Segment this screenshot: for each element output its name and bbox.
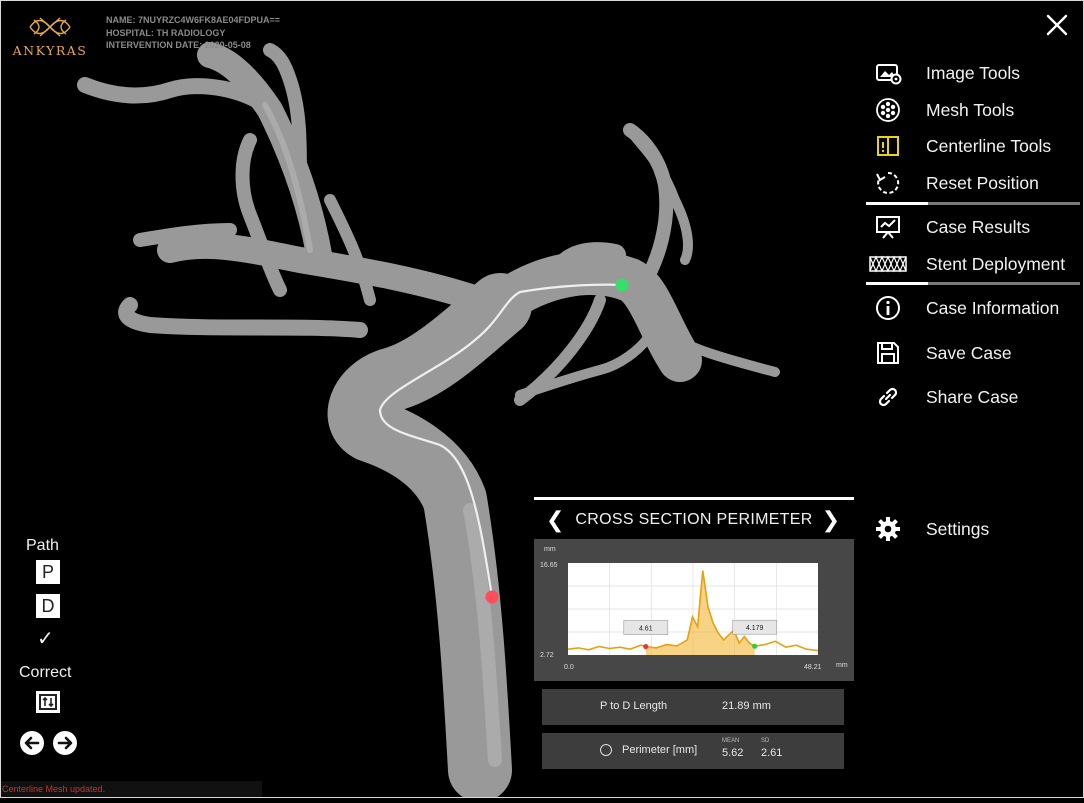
- y-tick-max: 16.65: [540, 562, 558, 569]
- reset-icon: [866, 168, 910, 198]
- step-back-button[interactable]: [20, 731, 44, 755]
- mean-value: 5.62: [722, 747, 744, 759]
- close-button[interactable]: [1042, 10, 1072, 40]
- menu-item-case-results[interactable]: Case Results: [866, 212, 1030, 242]
- panel-top-rule: [534, 497, 854, 500]
- x-tick-min: 0.0: [564, 664, 574, 671]
- image-tools-icon: [866, 58, 910, 88]
- menu-label: Case Information: [926, 297, 1060, 318]
- centerline-icon: [866, 131, 910, 161]
- p-to-d-value: 21.89 mm: [722, 700, 771, 712]
- case-metadata: NAME: 7NUYRZC4W6FK8AE04FDPUA== HOSPITAL:…: [106, 14, 280, 52]
- proximal-chart-marker: [643, 643, 649, 650]
- menu-item-settings[interactable]: Settings: [866, 514, 989, 544]
- save-icon: [866, 338, 910, 368]
- perimeter-chart-container: 4.61 4.179 mm mm 16.65 2.72 0.0 48.21: [534, 539, 854, 681]
- proximal-button[interactable]: P: [36, 560, 60, 584]
- hospital-name: HOSPITAL: TH RADIOLOGY: [106, 27, 226, 38]
- panel-next-button[interactable]: ❯: [822, 507, 840, 533]
- menu-item-mesh-tools[interactable]: Mesh Tools: [866, 95, 1014, 125]
- p-to-d-length-row: P to D Length 21.89 mm: [542, 689, 844, 725]
- arrow-left-icon: [24, 736, 40, 750]
- menu-label: Image Tools: [926, 62, 1021, 83]
- proximal-point-marker[interactable]: [485, 590, 499, 604]
- perimeter-toggle-radio[interactable]: [600, 744, 612, 756]
- menu-item-share-case[interactable]: Share Case: [866, 382, 1018, 412]
- gear-icon: [866, 514, 910, 544]
- menu-item-stent-deployment[interactable]: Stent Deployment: [866, 249, 1065, 279]
- logo-text: ANKYRAS: [12, 43, 88, 58]
- perimeter-label: Perimeter [mm]: [622, 744, 698, 756]
- arrow-right-icon: [57, 736, 73, 750]
- perimeter-chart: 4.61 4.179 mm mm 16.65 2.72 0.0 48.21: [540, 546, 848, 671]
- patient-name: NAME: 7NUYRZC4W6FK8AE04FDPUA==: [106, 15, 281, 25]
- menu-label: Mesh Tools: [926, 99, 1015, 120]
- menu-label: Save Case: [926, 342, 1012, 363]
- link-icon: [866, 382, 910, 412]
- panel-title: CROSS SECTION PERIMETER: [575, 511, 813, 528]
- menu-item-image-tools[interactable]: Image Tools: [866, 58, 1020, 88]
- path-label: Path: [26, 537, 59, 554]
- correct-label: Correct: [19, 664, 72, 681]
- status-bar: Centerline Mesh updated.: [0, 781, 262, 797]
- x-tick-max: 48.21: [804, 664, 822, 671]
- swap-direction-button[interactable]: [36, 691, 60, 713]
- menu-label: Stent Deployment: [926, 253, 1066, 274]
- x-axis-unit: mm: [836, 662, 848, 669]
- perimeter-stats-row: Perimeter [mm] MEAN 5.62 SD 2.61: [542, 733, 844, 769]
- status-message: Centerline Mesh updated.: [2, 784, 106, 794]
- step-forward-button[interactable]: [53, 731, 77, 755]
- mesh-icon: [866, 95, 910, 125]
- menu-item-save-case[interactable]: Save Case: [866, 338, 1012, 368]
- menu-label: Case Results: [926, 216, 1031, 237]
- distal-point-marker[interactable]: [615, 278, 629, 292]
- confirm-check-button[interactable]: ✓: [37, 626, 54, 651]
- sd-label: SD: [761, 738, 770, 744]
- presentation-icon: [866, 212, 910, 242]
- close-icon: [1046, 14, 1068, 36]
- intervention-date: INTERVENTION DATE: 2020-05-08: [106, 40, 251, 50]
- stent-icon: [866, 249, 910, 279]
- proximal-value-label: 4.61: [639, 626, 653, 633]
- distal-chart-marker: [752, 643, 758, 649]
- sd-value: 2.61: [761, 747, 783, 759]
- menu-item-centerline-tools[interactable]: Centerline Tools: [866, 131, 1051, 161]
- info-icon: [866, 293, 910, 323]
- y-tick-min: 2.72: [540, 652, 554, 659]
- menu-label: Centerline Tools: [926, 135, 1052, 156]
- cross-section-panel: ❮ CROSS SECTION PERIMETER ❯ 4.61 4.179 mm…: [534, 497, 854, 775]
- p-to-d-label: P to D Length: [600, 700, 668, 712]
- swap-arrows-icon: [39, 694, 57, 710]
- ankyras-logo: ANKYRAS: [10, 12, 90, 60]
- menu-label: Share Case: [926, 386, 1019, 407]
- menu-item-case-information[interactable]: Case Information: [866, 293, 1059, 323]
- distal-value-label: 4.179: [746, 625, 764, 632]
- menu-item-reset-position[interactable]: Reset Position: [866, 168, 1039, 198]
- mean-label: MEAN: [722, 738, 740, 744]
- menu-label: Reset Position: [926, 172, 1039, 193]
- y-axis-unit: mm: [544, 546, 556, 553]
- distal-button[interactable]: D: [36, 594, 60, 618]
- menu-divider: [866, 202, 1080, 205]
- menu-divider: [866, 282, 1080, 285]
- menu-label: Settings: [926, 518, 990, 539]
- logo-mesh-icon: [29, 17, 71, 37]
